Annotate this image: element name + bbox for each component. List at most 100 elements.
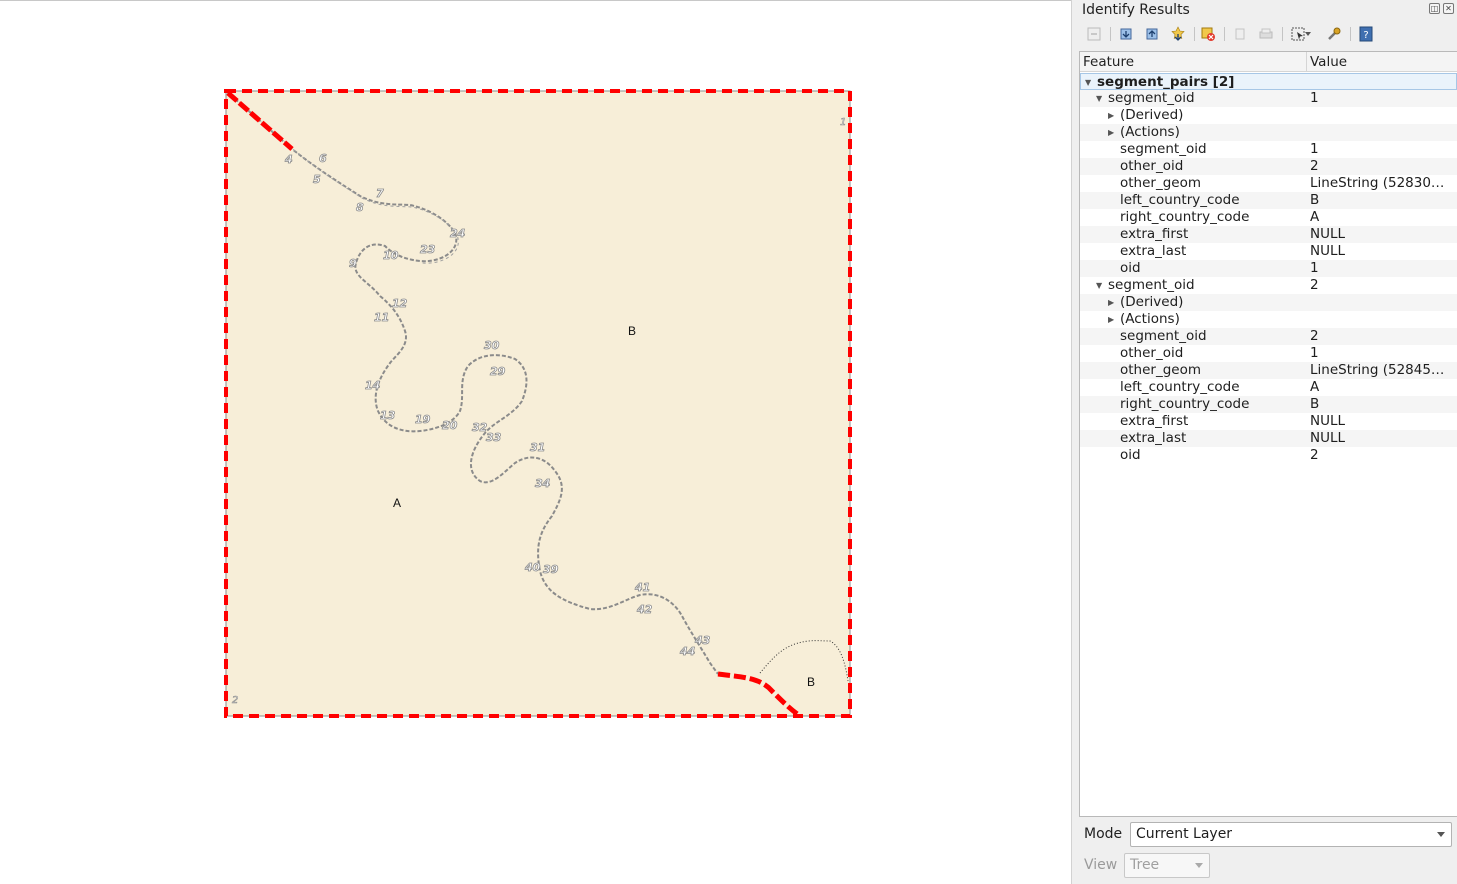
identify-results-panel: Identify Results ◫ ✕ ? Feature Value ▼ s… xyxy=(1071,0,1457,884)
vertex-label: 33 xyxy=(486,431,502,444)
tree-row[interactable]: extra_first NULL xyxy=(1080,413,1457,430)
tree-row-feature: (Derived) xyxy=(1120,107,1184,123)
vertex-label: 31 xyxy=(530,441,545,454)
vertex-label: 30 xyxy=(484,339,500,352)
view-select[interactable]: Tree xyxy=(1124,853,1210,878)
tree-row-value: NULL xyxy=(1310,430,1346,446)
tree-row[interactable]: ▶ (Derived) xyxy=(1080,107,1457,124)
mode-select[interactable]: Current Layer xyxy=(1130,822,1452,847)
tree-row-value: A xyxy=(1310,209,1320,225)
tree-row-feature: extra_last xyxy=(1120,430,1187,446)
map-canvas[interactable]: B A B 1 2 4 5 6 7 8 9 10 11 12 13 14 19 … xyxy=(0,0,1071,884)
tree-row[interactable]: left_country_code B xyxy=(1080,192,1457,209)
vertex-label: 10 xyxy=(383,249,399,262)
tree-header: Feature Value xyxy=(1080,52,1457,72)
vertex-label: 7 xyxy=(376,187,384,200)
tree-row[interactable]: left_country_code A xyxy=(1080,379,1457,396)
vertex-label: 19 xyxy=(415,413,431,426)
column-header-value[interactable]: Value xyxy=(1310,54,1347,70)
expand-new-icon[interactable] xyxy=(1168,24,1188,44)
expanded-arrow-icon[interactable]: ▼ xyxy=(1096,90,1106,107)
tree-row-feature: right_country_code xyxy=(1120,396,1250,412)
tree-row-feature: segment_oid xyxy=(1120,141,1207,157)
vertex-label-corner-1: 1 xyxy=(840,117,846,128)
results-tree[interactable]: Feature Value ▼ segment_pairs [2] ▼ segment… xyxy=(1079,51,1457,817)
vertex-label: 14 xyxy=(365,379,380,392)
tree-row-value: 1 xyxy=(1310,141,1319,157)
tree-row-feature: left_country_code xyxy=(1120,192,1240,208)
settings-icon[interactable] xyxy=(1324,24,1344,44)
chevron-down-icon xyxy=(1437,832,1445,837)
vertex-label: 44 xyxy=(679,645,695,658)
copy-icon[interactable] xyxy=(1230,24,1250,44)
expand-all-icon[interactable] xyxy=(1084,24,1104,44)
tree-row-feature: other_oid xyxy=(1120,345,1184,361)
collapsed-arrow-icon[interactable]: ▶ xyxy=(1108,294,1118,311)
vertex-label: 20 xyxy=(442,419,458,432)
identify-toolbar: ? xyxy=(1084,24,1444,44)
chevron-down-icon[interactable] xyxy=(1302,24,1314,44)
tree-row-feature: extra_first xyxy=(1120,226,1189,242)
tree-row-feature: segment_oid xyxy=(1108,90,1195,106)
tree-body: ▼ segment_pairs [2] ▼ segment_oid 1 ▶ (Derived… xyxy=(1080,73,1457,464)
tree-layer-row[interactable]: ▼ segment_pairs [2] xyxy=(1080,73,1457,90)
collapsed-arrow-icon[interactable]: ▶ xyxy=(1108,124,1118,141)
panel-title: Identify Results xyxy=(1082,2,1190,18)
collapse-icon[interactable] xyxy=(1142,24,1162,44)
vertex-label: 41 xyxy=(634,581,650,594)
tree-row[interactable]: segment_oid 1 xyxy=(1080,141,1457,158)
tree-row[interactable]: extra_last NULL xyxy=(1080,243,1457,260)
vertex-label: 24 xyxy=(450,227,465,240)
polygon-label-a: A xyxy=(393,496,401,510)
collapsed-arrow-icon[interactable]: ▶ xyxy=(1108,107,1118,124)
tree-row[interactable]: right_country_code A xyxy=(1080,209,1457,226)
tree-row[interactable]: oid 1 xyxy=(1080,260,1457,277)
tree-row[interactable]: ▼ segment_oid 1 xyxy=(1080,90,1457,107)
tree-row[interactable]: ▼ segment_oid 2 xyxy=(1080,277,1457,294)
tree-row-feature: left_country_code xyxy=(1120,379,1240,395)
vertex-label: 23 xyxy=(420,243,436,256)
tree-row[interactable]: extra_first NULL xyxy=(1080,226,1457,243)
collapsed-arrow-icon[interactable]: ▶ xyxy=(1108,311,1118,328)
tree-row[interactable]: extra_last NULL xyxy=(1080,430,1457,447)
vertex-label: 34 xyxy=(535,477,550,490)
clear-icon[interactable] xyxy=(1198,24,1218,44)
close-panel-icon[interactable]: ✕ xyxy=(1443,3,1454,14)
column-header-feature[interactable]: Feature xyxy=(1083,54,1134,70)
tree-row-feature: (Actions) xyxy=(1120,311,1180,327)
tree-row-feature: other_oid xyxy=(1120,158,1184,174)
vertex-label: 5 xyxy=(313,173,321,186)
tree-row[interactable]: other_geom LineString (52830… xyxy=(1080,175,1457,192)
tree-row[interactable]: ▶ (Actions) xyxy=(1080,124,1457,141)
tree-row-value: 2 xyxy=(1310,447,1319,463)
polygon-label-b: B xyxy=(628,324,636,338)
vertex-label: 9 xyxy=(349,257,357,270)
tree-row-value: 1 xyxy=(1310,260,1319,276)
tree-row-feature: other_geom xyxy=(1120,175,1201,191)
map-svg[interactable]: B A B 1 2 4 5 6 7 8 9 10 11 12 13 14 19 … xyxy=(0,1,1071,884)
tree-row[interactable]: ▶ (Actions) xyxy=(1080,311,1457,328)
tree-row[interactable]: segment_oid 2 xyxy=(1080,328,1457,345)
tree-row[interactable]: other_oid 1 xyxy=(1080,345,1457,362)
tree-row-value: B xyxy=(1310,192,1320,208)
tree-row[interactable]: ▶ (Derived) xyxy=(1080,294,1457,311)
tree-row[interactable]: other_geom LineString (52845… xyxy=(1080,362,1457,379)
expanded-arrow-icon[interactable]: ▼ xyxy=(1085,74,1095,91)
vertex-label: 6 xyxy=(319,152,327,165)
tree-row-value: NULL xyxy=(1310,226,1346,242)
vertex-label: 39 xyxy=(543,563,559,576)
tree-row[interactable]: right_country_code B xyxy=(1080,396,1457,413)
tree-row[interactable]: oid 2 xyxy=(1080,447,1457,464)
tree-row[interactable]: other_oid 2 xyxy=(1080,158,1457,175)
tree-row-value: 2 xyxy=(1310,158,1319,174)
tree-row-value: NULL xyxy=(1310,413,1346,429)
vertex-label: 8 xyxy=(356,201,364,214)
vertex-label: 13 xyxy=(380,409,396,422)
print-icon[interactable] xyxy=(1256,24,1276,44)
tree-row-feature: right_country_code xyxy=(1120,209,1250,225)
expand-icon[interactable] xyxy=(1116,24,1136,44)
tree-row-feature: (Derived) xyxy=(1120,294,1184,310)
help-icon[interactable]: ? xyxy=(1356,24,1376,44)
float-panel-icon[interactable]: ◫ xyxy=(1429,3,1440,14)
expanded-arrow-icon[interactable]: ▼ xyxy=(1096,277,1106,294)
